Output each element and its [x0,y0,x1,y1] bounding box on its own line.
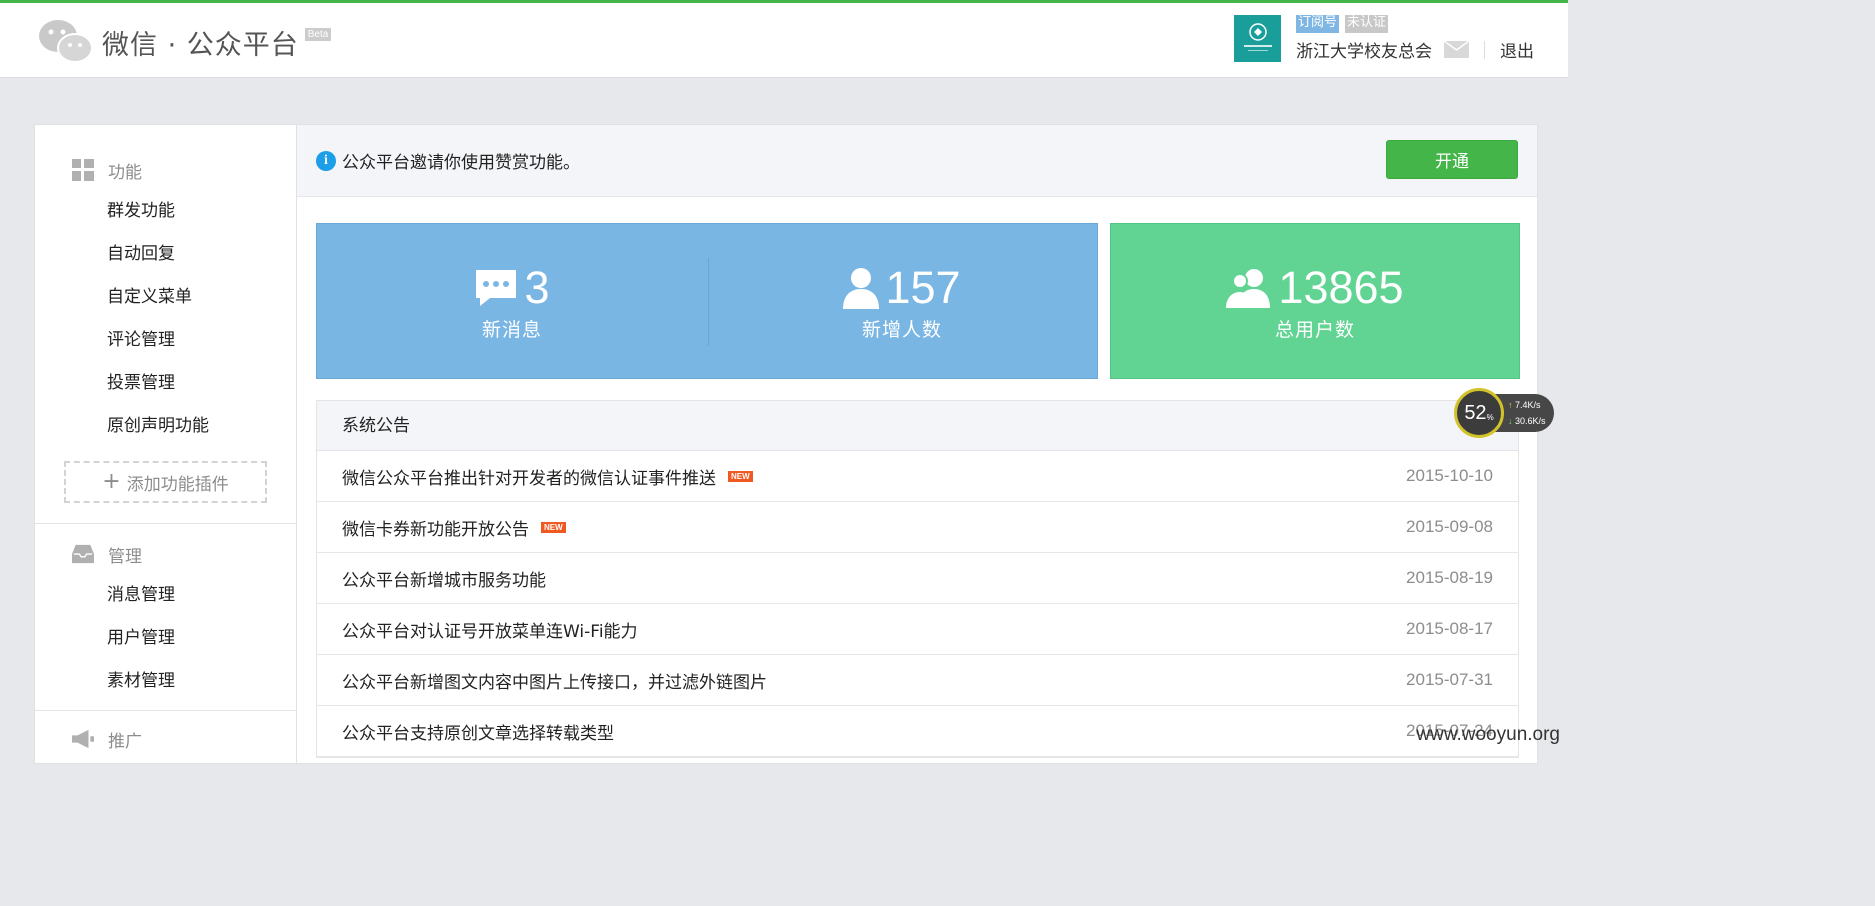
download-speed: ↓ 30.6K/s [1508,416,1546,426]
sidebar-item-materials[interactable]: 素材管理 [35,660,296,703]
wechat-logo-icon [39,20,93,63]
announcement-row[interactable]: 微信公众平台推出针对开发者的微信认证事件推送 NEW 2015-10-10 [317,451,1518,502]
sidebar-item-comments[interactable]: 评论管理 [35,319,296,362]
system-announcements: 系统公告 微信公众平台推出针对开发者的微信认证事件推送 NEW 2015-10-1… [316,400,1519,758]
nav-section-title: 管理 [108,546,142,567]
nav-section-title: 推广 [108,731,142,752]
platform-title: 微信 · 公众平台 [102,29,299,61]
sidebar-item-original-claim[interactable]: 原创声明功能 [35,405,296,448]
announcement-date: 2015-08-19 [1406,568,1493,587]
stat-new-messages[interactable]: 3 新消息 [317,224,707,378]
network-speed-widget[interactable]: 52% ↑ 7.4K/s ↓ 30.6K/s [1454,388,1554,438]
sidebar-item-custom-menu[interactable]: 自定义菜单 [35,276,296,319]
user-icon [843,267,880,309]
announcement-title[interactable]: 公众平台对认证号开放菜单连Wi-Fi能力 [342,617,638,642]
announcement-title[interactable]: 公众平台新增城市服务功能 [342,566,546,591]
university-logo-icon [1243,22,1272,51]
new-badge: NEW [541,521,566,533]
announcement-title[interactable]: 公众平台新增图文内容中图片上传接口，并过滤外链图片 [342,668,767,693]
sidebar-item-users[interactable]: 用户管理 [35,617,296,660]
stat-value: 157 [885,261,961,313]
stats-blue-block: 3 新消息 157 新增人数 [316,223,1098,379]
account-panel: 订阅号 未认证 浙江大学校友总会 退出 [1234,15,1534,62]
stat-value: 3 [524,261,550,313]
nav-section-manage: 管理 [35,542,296,567]
wechat-logo[interactable]: 微信 · 公众平台 Beta [38,17,332,67]
sidebar-item-votes[interactable]: 投票管理 [35,362,296,405]
info-icon: i [316,150,336,171]
arrow-down-icon: ↓ [1508,416,1513,426]
logout-link[interactable]: 退出 [1500,37,1534,62]
account-type-tag: 订阅号 [1296,15,1340,33]
header-divider [1484,40,1485,59]
top-header: 微信 · 公众平台 Beta 订阅号 未认证 浙江大学校友总会 退出 [0,0,1568,78]
announcement-date: 2015-10-10 [1406,466,1493,485]
stat-total-users[interactable]: 13865 总用户数 [1110,223,1520,379]
announcement-row[interactable]: 公众平台对认证号开放菜单连Wi-Fi能力 2015-08-17 [317,604,1518,655]
plus-icon: + [102,469,121,494]
announcements-title: 系统公告 [317,401,1518,451]
main-content: i 公众平台邀请你使用赞赏功能。 开通 3 新消息 157 新增人数 13865… [296,124,1538,764]
mail-icon[interactable] [1443,40,1470,58]
arrow-up-icon: ↑ [1508,400,1513,410]
sidebar-nav: 功能 群发功能 自动回复 自定义菜单 评论管理 投票管理 原创声明功能 + 添加… [34,124,296,764]
announcement-row[interactable]: 公众平台新增城市服务功能 2015-08-19 [317,553,1518,604]
notice-text: 公众平台邀请你使用赞赏功能。 [342,153,580,173]
stat-new-followers[interactable]: 157 新增人数 [707,224,1097,378]
sidebar-item-auto-reply[interactable]: 自动回复 [35,233,296,276]
stat-label: 新消息 [481,318,542,341]
add-plugin-button[interactable]: + 添加功能插件 [64,461,267,503]
sidebar-item-messages[interactable]: 消息管理 [35,574,296,617]
message-bubble-icon [476,269,517,306]
announcement-date: 2015-07-31 [1406,670,1493,689]
announcement-title[interactable]: 微信卡券新功能开放公告 [342,515,529,540]
stat-label: 总用户数 [1274,318,1355,341]
announcement-row[interactable]: 微信卡券新功能开放公告 NEW 2015-09-08 [317,502,1518,553]
announcement-title[interactable]: 微信公众平台推出针对开发者的微信认证事件推送 [342,464,716,489]
megaphone-icon [72,728,94,750]
sidebar-item-mass-send[interactable]: 群发功能 [35,190,296,233]
speed-percent: 52% [1454,388,1504,438]
beta-badge: Beta [304,27,332,41]
stats-panel: 3 新消息 157 新增人数 13865 总用户数 [316,223,1520,379]
stat-divider [708,258,709,346]
upload-speed: ↑ 7.4K/s [1508,400,1541,410]
account-status-tag: 未认证 [1345,15,1389,33]
watermark: www.wooyun.org [1416,724,1560,745]
inbox-icon [72,543,94,565]
nav-section-title: 功能 [108,162,142,183]
nav-section-promote: 推广 [35,727,296,752]
add-plugin-label: 添加功能插件 [126,474,229,495]
stat-value: 13865 [1278,261,1404,313]
announcement-row[interactable]: 公众平台新增图文内容中图片上传接口，并过滤外链图片 2015-07-31 [317,655,1518,706]
account-name[interactable]: 浙江大学校友总会 [1296,37,1432,62]
account-avatar[interactable] [1234,15,1281,62]
new-badge: NEW [728,470,753,482]
announcement-date: 2015-08-17 [1406,619,1493,638]
announcement-row[interactable]: 公众平台支持原创文章选择转载类型 2015-07-24 [317,706,1518,757]
enable-button[interactable]: 开通 [1386,140,1518,179]
announcement-title[interactable]: 公众平台支持原创文章选择转载类型 [342,719,614,744]
announcement-date: 2015-09-08 [1406,517,1493,536]
reward-notice-bar: i 公众平台邀请你使用赞赏功能。 开通 [297,125,1537,197]
users-group-icon [1226,268,1271,308]
grid-icon [72,159,94,181]
nav-section-function: 功能 [35,158,296,183]
stat-label: 新增人数 [861,318,942,341]
